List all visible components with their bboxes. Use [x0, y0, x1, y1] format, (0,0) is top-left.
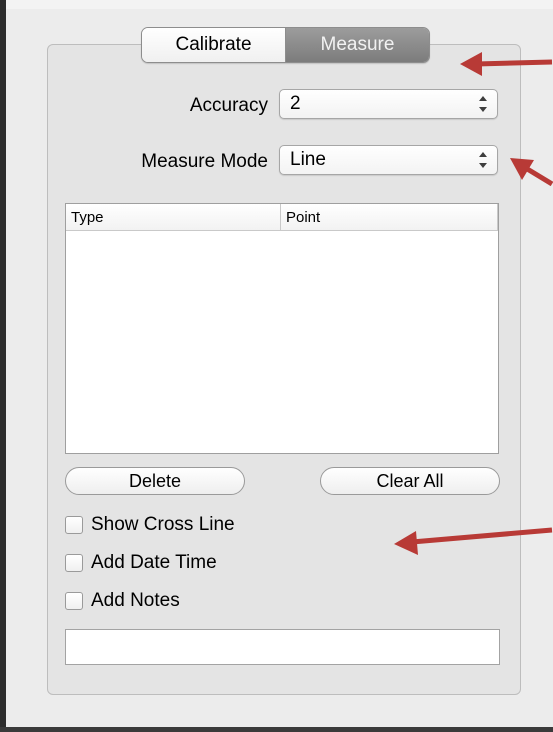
window-left-edge: [0, 0, 6, 732]
show-cross-line-option[interactable]: Show Cross Line: [65, 514, 235, 536]
annotation-arrow-icon: [460, 52, 553, 76]
delete-button[interactable]: Delete: [65, 467, 245, 495]
table-header: Type Point: [66, 204, 498, 231]
add-notes-label: Add Notes: [91, 590, 180, 611]
stepper-arrows-icon: [479, 152, 487, 168]
clear-all-button[interactable]: Clear All: [320, 467, 500, 495]
mode-segmented-control: Calibrate Measure: [141, 27, 430, 63]
column-header-point[interactable]: Point: [281, 204, 498, 230]
calibrate-tab[interactable]: Calibrate: [142, 28, 286, 62]
show-cross-line-label: Show Cross Line: [91, 514, 235, 535]
add-date-time-checkbox[interactable]: [65, 554, 83, 572]
accuracy-label: Accuracy: [189, 95, 268, 116]
annotation-arrow-icon: [394, 527, 553, 555]
notes-input[interactable]: [65, 629, 500, 665]
accuracy-select[interactable]: 2: [279, 89, 498, 119]
show-cross-line-checkbox[interactable]: [65, 516, 83, 534]
add-notes-checkbox[interactable]: [65, 592, 83, 610]
annotation-arrow-icon: [510, 158, 553, 187]
window-top-strip: [0, 0, 553, 9]
add-notes-option[interactable]: Add Notes: [65, 590, 180, 612]
measurements-table[interactable]: Type Point: [65, 203, 499, 454]
add-date-time-label: Add Date Time: [91, 552, 217, 573]
accuracy-value: 2: [290, 93, 301, 114]
add-date-time-option[interactable]: Add Date Time: [65, 552, 217, 574]
measure-mode-value: Line: [290, 149, 326, 170]
stepper-arrows-icon: [479, 96, 487, 112]
measure-mode-select[interactable]: Line: [279, 145, 498, 175]
measure-tab[interactable]: Measure: [286, 28, 429, 62]
window-bottom-edge: [0, 727, 553, 732]
column-header-type[interactable]: Type: [66, 204, 281, 230]
measure-mode-label: Measure Mode: [141, 151, 268, 172]
